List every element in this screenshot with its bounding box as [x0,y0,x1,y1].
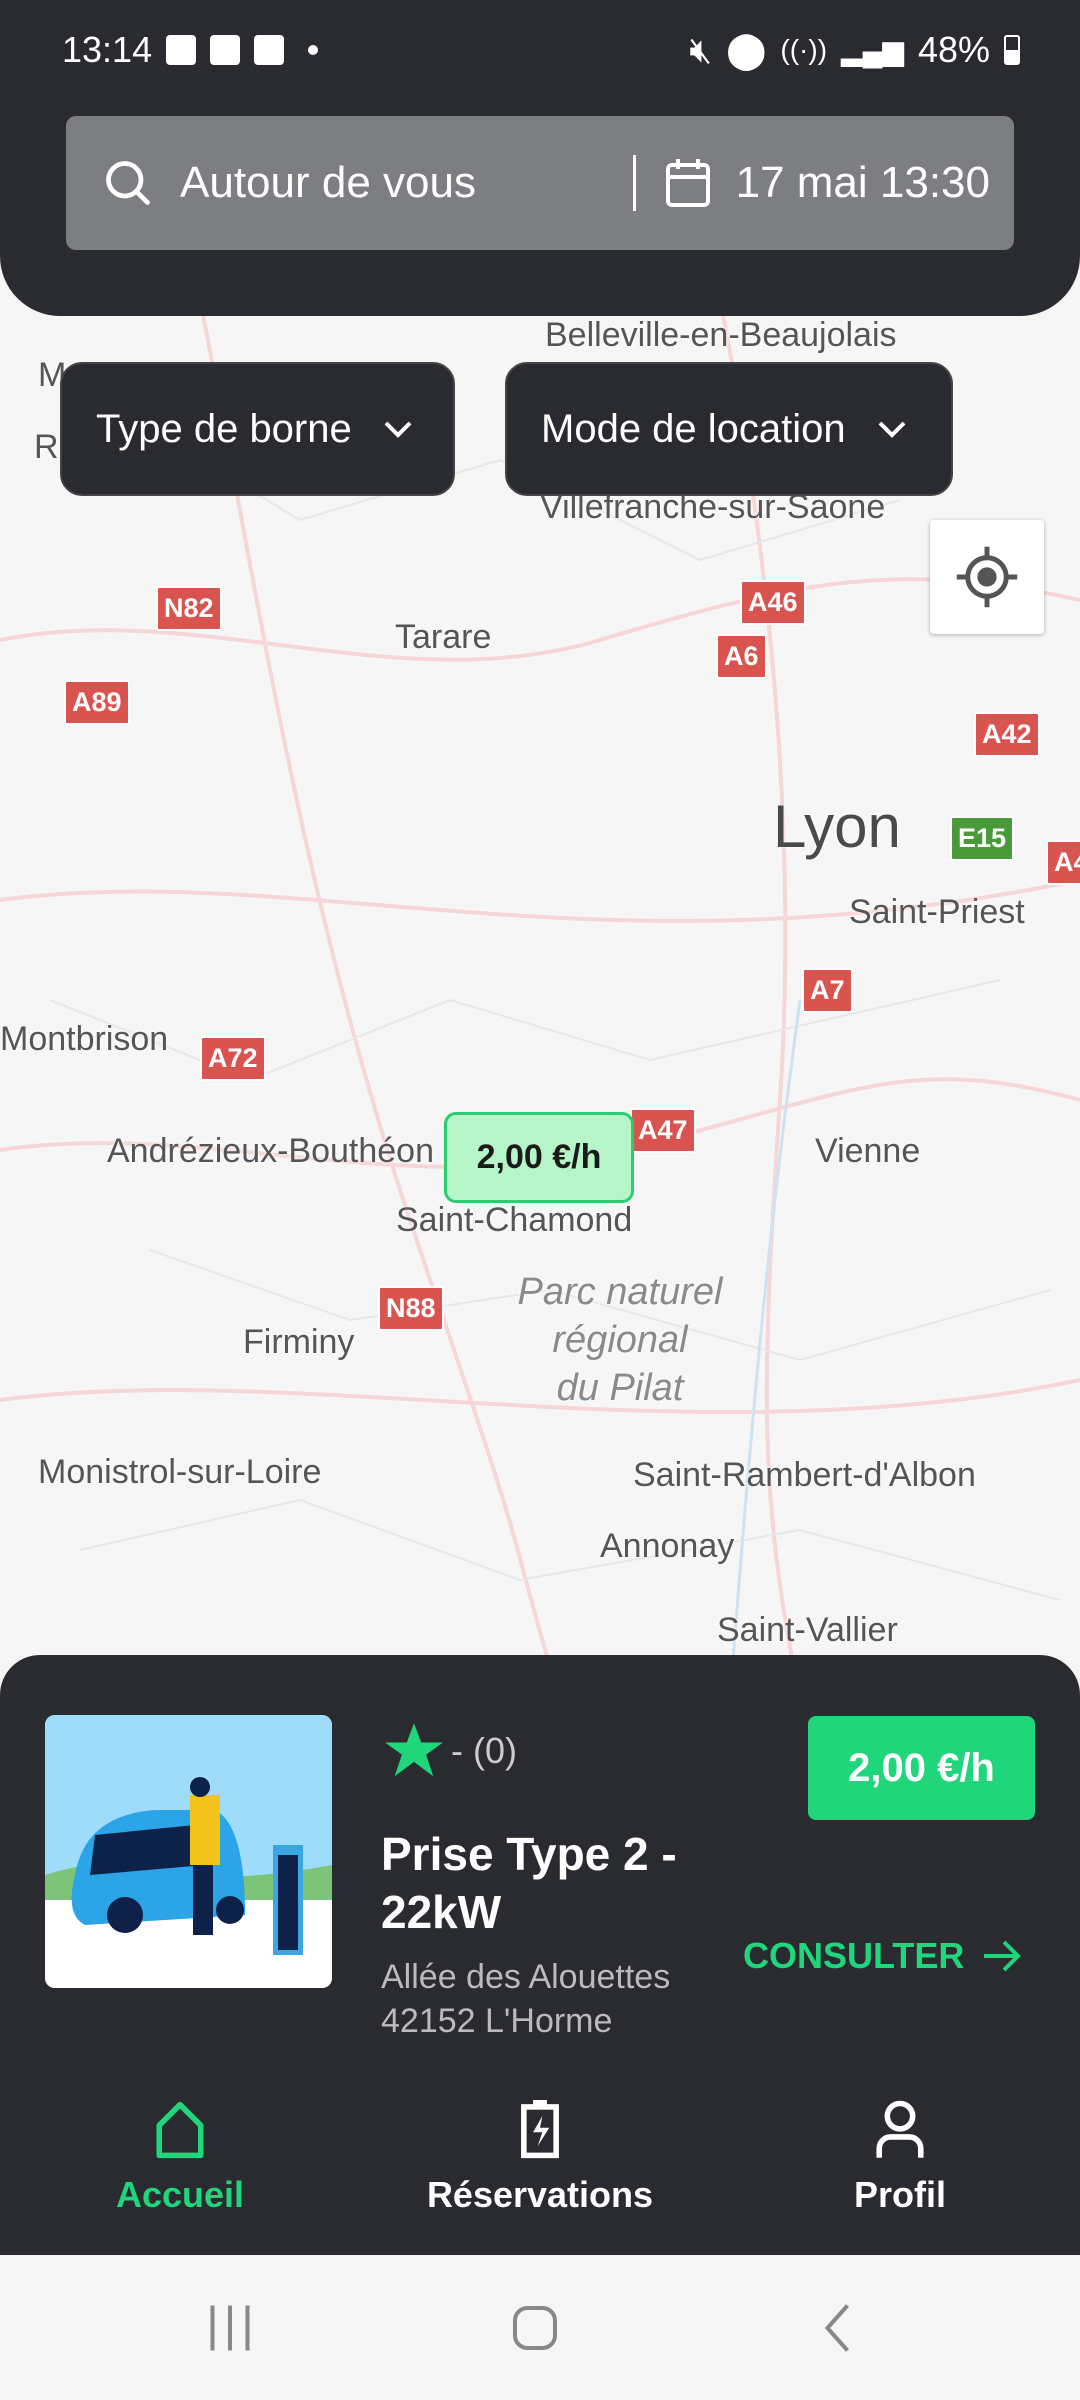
location-icon: ⬤ [726,29,767,70]
battery-charge-icon [521,2100,559,2159]
person-icon [876,2100,924,2158]
road-badge: A42 [974,712,1040,757]
home-icon [156,2101,204,2159]
header: 13:14 🔇︎ ⬤ ((·)) ▂▄▆ 48% Autour de vous … [0,0,1080,316]
road-badge: A6 [716,634,767,679]
system-nav-bar [0,2255,1080,2400]
place-label: Vienne [815,1132,921,1170]
road-badge: A72 [200,1036,266,1081]
road-badge: A46 [740,580,806,625]
place-label: Montbrison [0,1020,169,1058]
place-label: Lyon [773,793,901,860]
nav-accueil[interactable]: Accueil [30,2100,330,2216]
consult-label: CONSULTER [743,1935,965,1976]
search-input[interactable]: Autour de vous [180,158,476,208]
date-picker[interactable]: 17 mai 13:30 [736,158,990,208]
dot-icon [308,45,319,55]
nav-label: Accueil [115,2174,245,2215]
road-badge: A7 [802,968,853,1013]
park-line: régional [552,1319,688,1361]
road-badge: E15 [950,816,1015,861]
battery-level: 48% [917,29,990,70]
park-label: Parc naturel régional du Pilat [480,1268,760,1412]
road-badge: N88 [378,1286,444,1331]
station-image [45,1715,332,1988]
station-address: Allée des Alouettes 42152 L'Horme [381,1955,670,2043]
crosshair-icon [956,546,1018,608]
search-bar[interactable]: Autour de vous 17 mai 13:30 [66,116,1014,250]
status-time: 13:14 [62,29,153,70]
back-icon[interactable] [815,2303,865,2353]
home-button-icon[interactable] [510,2303,560,2353]
wifi-icon: ((·)) [780,34,828,65]
place-label: Saint-Rambert-d'Albon [633,1456,976,1494]
place-label: Andrézieux-Bouthéon [107,1132,435,1170]
filter-label: Type de borne [96,406,352,451]
star-icon [385,1723,443,1777]
recents-icon[interactable] [205,2303,255,2353]
chevron-down-icon [878,421,906,438]
consult-button[interactable]: CONSULTER [743,1935,1022,1977]
filter-label: Mode de location [541,406,846,451]
chevron-down-icon [384,421,412,438]
nav-profil[interactable]: Profil [750,2100,1050,2216]
road-badge: N82 [156,586,222,631]
arrow-right-icon [984,1940,1022,1972]
search-icon [106,161,150,205]
place-label: Annonay [600,1527,735,1565]
address-line: Allée des Alouettes [381,1958,671,1996]
signal-icon: ▂▄▆ [841,34,904,66]
road-badge: A4 [1046,840,1080,885]
place-label: Monistrol-sur-Loire [38,1453,322,1491]
battery-icon [1004,35,1020,65]
price-marker[interactable]: 2,00 €/h [444,1112,634,1203]
place-label: Saint-Vallier [717,1611,898,1649]
place-label: Belleville-en-Beaujolais [545,316,897,354]
park-line: du Pilat [556,1367,684,1409]
nav-label: Profil [853,2174,946,2215]
calendar-icon [665,159,710,207]
place-label: Tarare [395,618,492,656]
road-badge: A89 [64,680,130,725]
place-label: Saint-Priest [849,893,1025,931]
status-bar: 13:14 🔇︎ ⬤ ((·)) ▂▄▆ 48% [62,28,1020,72]
mute-icon: 🔇︎ [689,28,713,70]
tasks-icon [254,35,285,65]
filter-mode-de-location[interactable]: Mode de location [505,362,953,496]
outlook-icon [210,35,241,65]
gallery-icon [166,35,197,65]
my-location-button[interactable] [930,520,1044,634]
road-badge: A47 [630,1108,696,1153]
rating: - (0) [385,1723,517,1779]
nav-reservations[interactable]: Réservations [390,2100,690,2216]
nav-label: Réservations [426,2174,654,2215]
station-title: Prise Type 2 - 22kW [381,1828,677,1938]
divider [632,155,636,211]
place-label: Saint-Chamond [396,1201,633,1239]
address-line: 42152 L'Horme [381,2002,613,2040]
filter-type-de-borne[interactable]: Type de borne [60,362,455,496]
rating-text: - (0) [451,1730,517,1771]
place-label: R [34,428,59,466]
price-badge: 2,00 €/h [808,1716,1035,1820]
park-line: Parc naturel [517,1271,723,1313]
place-label: Firminy [243,1323,355,1361]
